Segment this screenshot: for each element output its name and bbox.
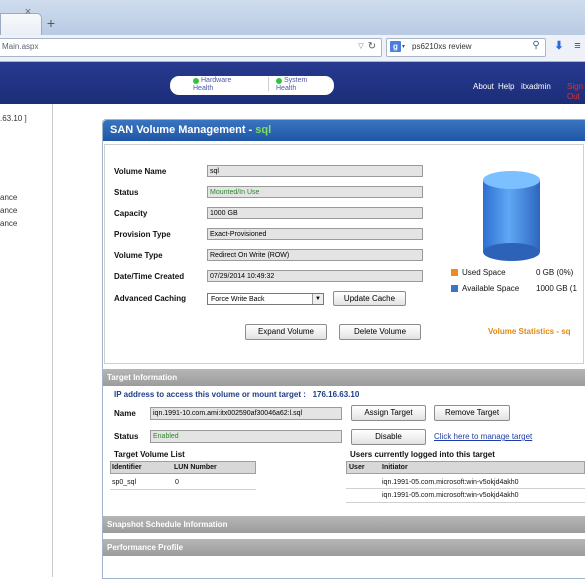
target-status-label: Status [114, 432, 139, 441]
new-tab-icon[interactable]: + [42, 15, 60, 32]
search-engine-dropdown-icon[interactable]: ▾ [402, 43, 405, 50]
advanced-caching-label: Advanced Caching [114, 294, 187, 303]
menu-icon[interactable]: ≡ [570, 39, 585, 53]
storage-cylinder-icon [483, 171, 540, 261]
dropdown-icon[interactable]: ▽ [356, 41, 366, 53]
sidebar-item[interactable]: ance [0, 193, 17, 203]
system-health-line2: Health [276, 85, 297, 92]
target-status-field: Enabled [150, 430, 342, 443]
browser-tab-bar [0, 0, 585, 35]
volume-name-value: sql [207, 165, 423, 177]
target-information-title: Target Information [107, 373, 178, 382]
remove-target-button[interactable]: Remove Target [434, 405, 510, 421]
target-volume-list-title: Target Volume List [114, 450, 185, 459]
sidebar-item[interactable]: ance [0, 219, 17, 229]
target-ip-label: IP address to access this volume or moun… [114, 390, 306, 399]
disable-button[interactable]: Disable [351, 429, 426, 445]
available-space-value: 1000 GB (1 [536, 284, 577, 293]
left-sidebar [0, 104, 53, 577]
status-label: Status [114, 188, 139, 197]
manage-target-link[interactable]: Click here to manage target [434, 432, 532, 442]
target-ip-value: 176.16.63.10 [312, 390, 360, 399]
volume-statistics-name: sq [561, 327, 571, 336]
panel-title-volume: sql [255, 124, 272, 136]
volume-type-label: Volume Type [114, 251, 163, 260]
delete-volume-button[interactable]: Delete Volume [339, 324, 421, 340]
google-icon[interactable]: g [390, 41, 401, 52]
initiator-cell: iqn.1991-05.com.microsoft:win-v5okjd4akh… [382, 479, 519, 486]
lun-number-cell: 0 [175, 479, 179, 486]
system-health-line1: System [284, 77, 308, 84]
capacity-value: 1000 GB [207, 207, 423, 219]
sidebar-item[interactable]: ance [0, 206, 17, 216]
user-name: itxadmin [521, 82, 551, 91]
hardware-health-line1: Hardware [201, 77, 232, 84]
initiator-column-header: Initiator [382, 464, 408, 471]
capacity-label: Capacity [114, 209, 148, 218]
hardware-health-status-icon [193, 78, 199, 84]
lun-number-column-header: LUN Number [174, 464, 217, 471]
search-input[interactable]: ps6210xs review [412, 40, 472, 53]
hardware-health-link[interactable]: Hardware Health [193, 77, 232, 93]
volume-statistics-link[interactable]: Volume Statistics - sq [488, 327, 571, 337]
reload-icon[interactable]: ↻ [366, 40, 378, 54]
about-link[interactable]: About [473, 82, 494, 92]
used-space-swatch [451, 269, 458, 276]
search-icon[interactable]: ⚲ [529, 39, 543, 53]
url-text[interactable]: Main.aspx [2, 40, 38, 53]
target-name-field[interactable]: iqn.1991-10.com.ami:itx002590af30046a62:… [150, 407, 342, 420]
chevron-down-icon[interactable]: ▼ [312, 294, 323, 304]
panel-title: SAN Volume Management - sql [110, 124, 271, 137]
expand-volume-button[interactable]: Expand Volume [245, 324, 327, 340]
system-health-link[interactable]: System Health [276, 77, 308, 93]
identifier-cell: sp0_sql [112, 479, 137, 486]
target-name-label: Name [114, 409, 136, 418]
initiator-cell: iqn.1991-05.com.microsoft:win-v5okjd4akh… [382, 492, 519, 499]
target-ip-line: IP address to access this volume or moun… [114, 390, 359, 400]
caching-select[interactable]: Force Write Back [207, 293, 324, 305]
snapshot-schedule-title: Snapshot Schedule Information [107, 520, 228, 529]
used-space-value: 0 GB (0%) [536, 268, 574, 277]
available-space-label: Available Space [462, 284, 520, 293]
hardware-health-line2: Health [193, 85, 214, 92]
system-health-status-icon [276, 78, 282, 84]
users-logged-title: Users currently logged into this target [350, 450, 495, 459]
user-column-header: User [349, 464, 365, 471]
download-icon[interactable]: ⬇ [552, 39, 566, 53]
address-bar[interactable] [0, 38, 382, 57]
help-link[interactable]: Help [498, 82, 514, 92]
sign-out-link[interactable]: Sign Out [567, 82, 585, 102]
volume-name-label: Volume Name [114, 167, 167, 176]
available-space-swatch [451, 285, 458, 292]
identifier-column-header: Identifier [112, 464, 142, 471]
provision-type-label: Provision Type [114, 230, 171, 239]
status-value: Mounted/In Use [207, 186, 423, 198]
used-space-label: Used Space [462, 268, 506, 277]
panel-title-text: SAN Volume Management - [110, 124, 256, 136]
assign-target-button[interactable]: Assign Target [351, 405, 426, 421]
update-cache-button[interactable]: Update Cache [333, 291, 406, 306]
created-label: Date/Time Created [114, 272, 185, 281]
pill-divider [268, 77, 269, 91]
close-icon[interactable]: × [21, 5, 35, 19]
created-value: 07/29/2014 10:49:32 [207, 270, 423, 282]
volume-statistics-text: Volume Statistics - [488, 327, 562, 336]
sidebar-ip: .63.10 ] [0, 114, 27, 123]
volume-type-value: Redirect On Write (ROW) [207, 249, 423, 261]
performance-profile-title: Performance Profile [107, 543, 184, 552]
provision-type-value: Exact-Provisioned [207, 228, 423, 240]
